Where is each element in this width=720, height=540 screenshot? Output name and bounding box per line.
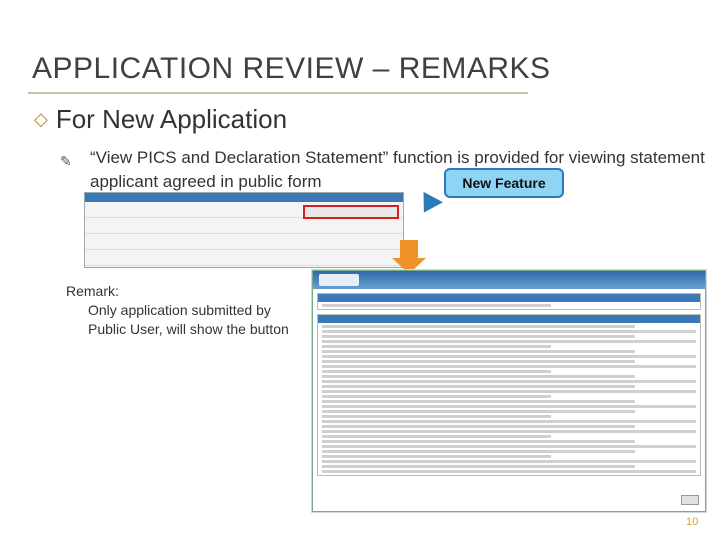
title-underline xyxy=(28,92,528,94)
remark-note: Remark: Only application submitted by Pu… xyxy=(66,282,289,339)
screenshot-banner xyxy=(313,271,705,289)
remark-line2: Public User, will show the button xyxy=(88,321,289,337)
remark-line1: Only application submitted by xyxy=(88,302,271,318)
logo-icon xyxy=(319,274,359,286)
view-pics-button-highlighted xyxy=(303,205,399,219)
page-number: 10 xyxy=(686,516,699,528)
screenshot-close-button xyxy=(681,495,699,505)
screenshot-row xyxy=(85,250,403,266)
new-feature-callout: New Feature xyxy=(444,168,564,198)
application-review-screenshot xyxy=(84,192,404,268)
declaration-statement-screenshot xyxy=(312,270,706,512)
screenshot-row xyxy=(85,218,403,234)
screenshot-header-bar xyxy=(85,193,403,202)
screenshot-section xyxy=(317,314,701,476)
pencil-bullet-icon: ✎ xyxy=(60,153,72,169)
down-arrow-icon xyxy=(400,240,418,260)
screenshot-row xyxy=(85,234,403,250)
callout-pointer xyxy=(415,191,443,219)
screenshot-section xyxy=(317,293,701,310)
bullet2-text: “View PICS and Declaration Statement” fu… xyxy=(90,148,705,191)
bullet-new-application: ◇ For New Application xyxy=(34,104,287,135)
bullet1-text: For New Application xyxy=(55,104,288,134)
diamond-bullet-icon: ◇ xyxy=(34,109,48,129)
remark-title: Remark: xyxy=(66,283,119,299)
slide-title: APPLICATION REVIEW – REMARKS xyxy=(32,52,551,85)
